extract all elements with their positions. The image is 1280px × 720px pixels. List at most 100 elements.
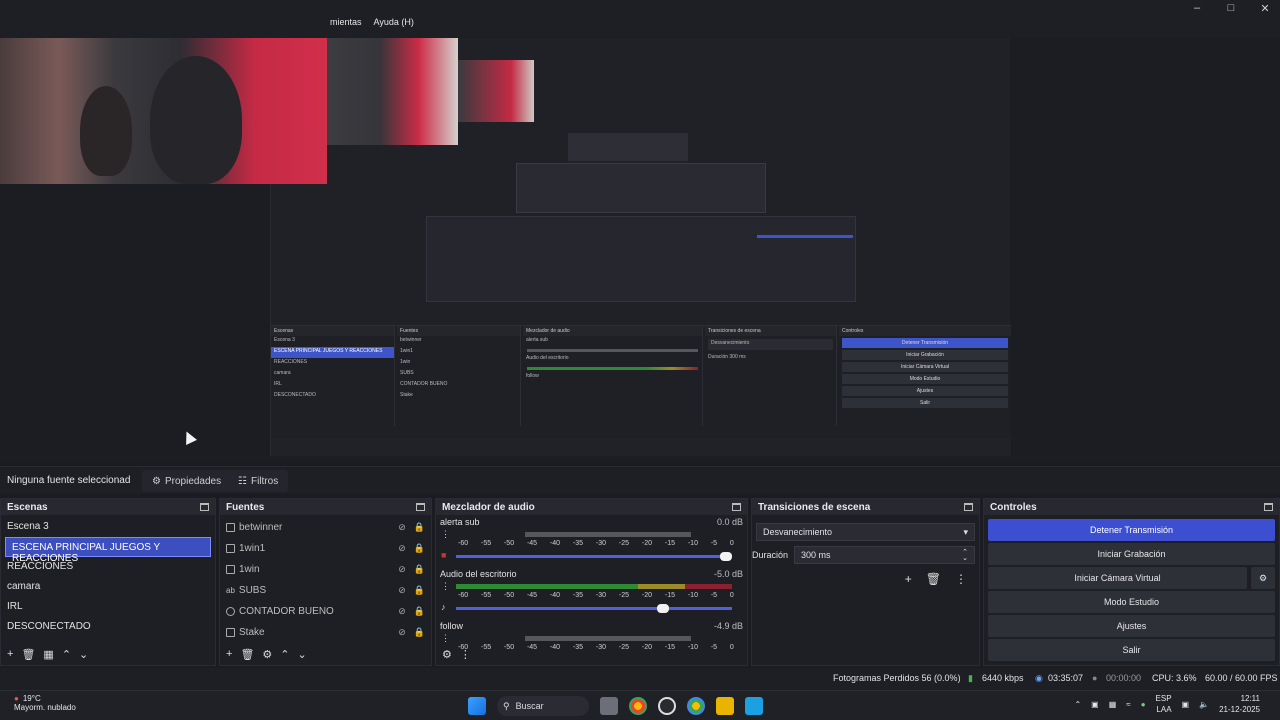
source-item[interactable]: betwinner ⊘ 🔒 xyxy=(220,517,431,538)
duration-input[interactable]: 300 ms ⌃ ⌄ xyxy=(794,546,975,564)
volume-slider[interactable] xyxy=(456,552,732,561)
transition-select[interactable]: Desvanecimiento ▾ xyxy=(756,523,975,541)
channel-menu-icon[interactable]: ⋮ xyxy=(441,529,450,540)
trash-icon[interactable]: 🗑 xyxy=(21,648,35,661)
move-down-icon[interactable]: ⌄ xyxy=(79,648,88,661)
eye-off-icon[interactable]: ⊘ xyxy=(398,543,406,554)
menu-item-tools[interactable]: mientas xyxy=(330,17,362,27)
scale-tick: -20 xyxy=(641,592,652,599)
channel-menu-icon[interactable]: ⋮ xyxy=(441,581,450,592)
stepper-icon[interactable]: ⌃ ⌄ xyxy=(962,549,968,562)
move-up-icon[interactable]: ⌃ xyxy=(62,648,71,661)
windows-start-icon[interactable] xyxy=(468,697,486,715)
tray-grid-icon[interactable]: ▦ xyxy=(1109,700,1117,709)
start-virtual-camera-button[interactable]: Iniciar Cámara Virtual xyxy=(988,567,1247,589)
microphone-icon[interactable]: ● xyxy=(1141,700,1146,709)
gear-icon[interactable]: ⚙ xyxy=(262,648,272,661)
image-icon xyxy=(226,544,235,553)
weather-widget[interactable]: ● 19°C Mayorm. nublado xyxy=(14,694,76,712)
menu-dots-icon[interactable]: ⋮ xyxy=(955,572,967,586)
scene-item-selected[interactable]: ESCENA PRINCIPAL JUEGOS Y REACCIONES xyxy=(5,537,211,564)
scale-tick: -55 xyxy=(480,592,492,599)
menu-item-help[interactable]: Ayuda (H) xyxy=(374,17,414,27)
scene-item[interactable]: DESCONECTADO xyxy=(1,617,215,637)
trash-icon[interactable]: 🗑 xyxy=(926,572,941,586)
studio-mode-button[interactable]: Modo Estudio xyxy=(988,591,1275,613)
menu-dots-icon[interactable]: ⋮ xyxy=(460,648,471,661)
nested-preview-2 xyxy=(516,163,766,213)
lock-icon[interactable]: 🔒 xyxy=(414,606,425,617)
duration-value: 300 ms xyxy=(801,550,831,560)
add-icon[interactable]: + xyxy=(226,648,232,660)
source-item[interactable]: 1win ⊘ 🔒 xyxy=(220,559,431,580)
lock-icon[interactable]: 🔒 xyxy=(414,522,425,533)
slider-handle[interactable] xyxy=(656,604,669,613)
transitions-title: Transiciones de escena xyxy=(758,501,871,513)
network-icon[interactable]: ≈ xyxy=(1126,700,1130,709)
chevron-up-icon[interactable]: ⌃ xyxy=(1074,700,1081,709)
scale-tick: -45 xyxy=(526,540,538,547)
speaker-icon[interactable]: ♪ xyxy=(441,602,446,612)
add-icon[interactable]: + xyxy=(905,572,912,586)
language-indicator[interactable]: ESP LAA xyxy=(1156,693,1172,715)
undock-icon[interactable] xyxy=(416,503,425,511)
muted-speaker-icon[interactable]: ■ xyxy=(441,550,446,560)
source-item[interactable]: Stake ⊘ 🔒 xyxy=(220,622,431,643)
lock-icon[interactable]: 🔒 xyxy=(414,585,425,596)
app-icon[interactable] xyxy=(716,697,734,715)
preview-canvas[interactable]: Escenas Escena 3 ESCENA PRINCIPAL JUEGOS… xyxy=(0,38,1280,462)
notepad-icon[interactable] xyxy=(745,697,763,715)
chrome-profile-icon[interactable] xyxy=(687,697,705,715)
undock-icon[interactable] xyxy=(1264,503,1273,511)
exit-button[interactable]: Salir xyxy=(988,639,1275,661)
window-controls: – □ ✕ xyxy=(1192,2,1270,15)
add-icon[interactable]: + xyxy=(7,648,13,660)
stream-icon: ◉ xyxy=(1035,673,1043,683)
eye-off-icon[interactable]: ⊘ xyxy=(398,627,406,638)
tray-app-icon[interactable]: ▣ xyxy=(1091,700,1099,709)
eye-off-icon[interactable]: ⊘ xyxy=(398,585,406,596)
source-item[interactable]: 1win1 ⊘ 🔒 xyxy=(220,538,431,559)
eye-off-icon[interactable]: ⊘ xyxy=(398,564,406,575)
stop-streaming-button[interactable]: Detener Transmisión xyxy=(988,519,1275,541)
source-item[interactable]: CONTADOR BUENO ⊘ 🔒 xyxy=(220,601,431,622)
camera-thumbnail-2 xyxy=(327,38,458,145)
lock-icon[interactable]: 🔒 xyxy=(414,627,425,638)
eye-off-icon[interactable]: ⊘ xyxy=(398,606,406,617)
link-icon[interactable]: ⚙ xyxy=(442,648,452,661)
undock-icon[interactable] xyxy=(200,503,209,511)
maximize-icon[interactable]: □ xyxy=(1226,2,1236,15)
volume-slider[interactable] xyxy=(456,604,732,613)
scene-item[interactable]: camara xyxy=(1,577,215,597)
source-item[interactable]: ab SUBS ⊘ 🔒 xyxy=(220,580,431,601)
chrome-icon[interactable] xyxy=(629,697,647,715)
eye-off-icon[interactable]: ⊘ xyxy=(398,522,406,533)
virtual-camera-settings-icon[interactable]: ⚙ xyxy=(1251,567,1275,589)
undock-icon[interactable] xyxy=(732,503,741,511)
clock[interactable]: 12:11 21-12-2025 xyxy=(1219,693,1260,715)
scene-item[interactable]: Escena 3 xyxy=(1,517,215,537)
scene-item[interactable]: IRL xyxy=(1,597,215,617)
slider-handle[interactable] xyxy=(720,552,732,561)
filters-button[interactable]: ☷ Filtros xyxy=(228,470,289,492)
taskbar-search[interactable]: ⚲ Buscar xyxy=(497,696,589,716)
close-icon[interactable]: ✕ xyxy=(1260,2,1270,15)
channel-name: Audio del escritorio xyxy=(440,569,517,579)
trash-icon[interactable]: 🗑 xyxy=(240,648,254,661)
settings-button[interactable]: Ajustes xyxy=(988,615,1275,637)
undock-icon[interactable] xyxy=(964,503,973,511)
move-down-icon[interactable]: ⌄ xyxy=(298,648,307,661)
volume-icon[interactable]: 🔈 xyxy=(1199,700,1209,709)
properties-button[interactable]: ⚙ Propiedades xyxy=(142,470,232,492)
obs-icon[interactable] xyxy=(658,697,676,715)
move-up-icon[interactable]: ⌃ xyxy=(280,648,289,661)
lang-layout: LAA xyxy=(1156,705,1172,714)
scale-tick: -30 xyxy=(595,540,607,547)
minimize-icon[interactable]: – xyxy=(1192,2,1202,15)
display-icon[interactable]: ▣ xyxy=(1182,700,1190,709)
filter-icon[interactable]: ▦ xyxy=(43,648,53,661)
lock-icon[interactable]: 🔒 xyxy=(414,543,425,554)
start-recording-button[interactable]: Iniciar Grabación xyxy=(988,543,1275,565)
task-view-icon[interactable] xyxy=(600,697,618,715)
lock-icon[interactable]: 🔒 xyxy=(414,564,425,575)
